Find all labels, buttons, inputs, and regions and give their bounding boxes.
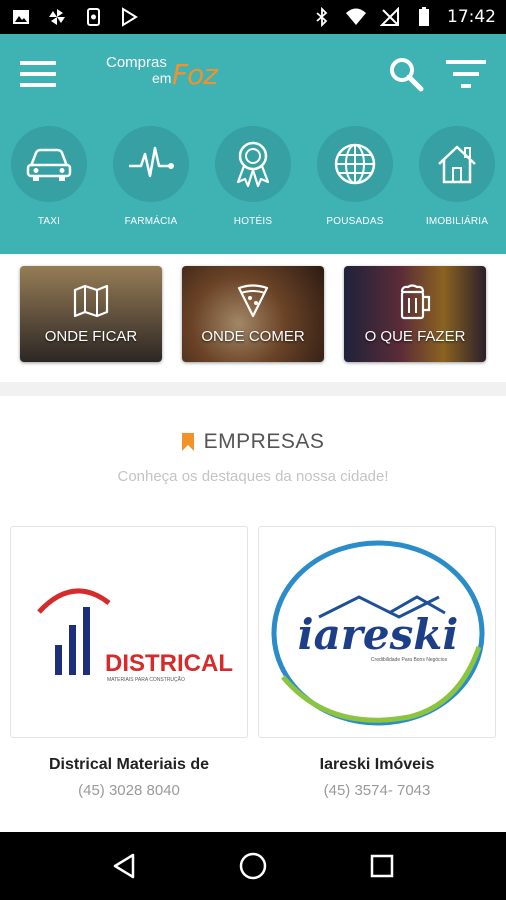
home-icon xyxy=(239,852,267,880)
menu-button[interactable] xyxy=(20,54,60,94)
search-button[interactable] xyxy=(386,54,426,94)
map-icon xyxy=(73,284,109,318)
logo-text-foz: Foz xyxy=(172,58,218,91)
category-hoteis[interactable]: HOTÉIS xyxy=(214,126,292,227)
category-label: FARMÁCIA xyxy=(124,216,178,227)
heartbeat-icon xyxy=(129,146,174,178)
app-logo: Compras em Foz xyxy=(106,54,236,94)
beer-mug-icon xyxy=(400,284,431,320)
quick-links: ONDE FICAR ONDE COMER O QUE FAZER xyxy=(0,254,506,382)
category-circle xyxy=(215,126,291,202)
category-circle xyxy=(317,126,393,202)
category-label: TAXI xyxy=(37,216,61,227)
company-phone: (45) 3574- 7043 xyxy=(323,782,431,799)
search-icon xyxy=(390,58,424,92)
image-icon xyxy=(10,6,32,28)
recents-icon xyxy=(370,854,393,878)
category-label: POUSADAS xyxy=(326,216,384,227)
category-taxi[interactable]: TAXI xyxy=(10,126,88,227)
category-farmacia[interactable]: FARMÁCIA xyxy=(112,126,190,227)
status-bar: 17:42 xyxy=(0,0,506,34)
category-circle xyxy=(11,126,87,202)
card-onde-comer[interactable]: ONDE COMER xyxy=(182,266,324,362)
wifi-icon xyxy=(345,6,367,28)
section-subtitle: Conheça os destaques da nossa cidade! xyxy=(117,468,389,485)
category-circle xyxy=(419,126,495,202)
card-o-que-fazer[interactable]: O QUE FAZER xyxy=(344,266,486,362)
card-label: ONDE FICAR xyxy=(44,328,138,345)
company-logo-districal: DISTRICAL MATERIAIS PARA CONSTRUÇÃO xyxy=(10,526,248,738)
play-store-icon xyxy=(118,6,140,28)
company-card-districal[interactable]: DISTRICAL MATERIAIS PARA CONSTRUÇÃO Dist… xyxy=(10,526,248,799)
category-imobiliaria[interactable]: IMOBILIÁRIA xyxy=(418,126,496,227)
category-row: TAXI FARMÁCIA HOTÉIS POUSADAS IMOBILIÁRI… xyxy=(0,126,506,227)
phone-vibrate-icon xyxy=(82,6,104,28)
hamburger-icon xyxy=(20,61,56,87)
back-icon xyxy=(114,853,135,879)
system-nav-bar xyxy=(0,832,506,900)
company-name: Districal Materiais de xyxy=(48,756,210,773)
toolbar: Compras em Foz xyxy=(0,34,506,114)
company-card-iareski[interactable]: iareski Credibilidade Para Bons Negócios… xyxy=(258,526,496,799)
category-label: IMOBILIÁRIA xyxy=(425,216,489,227)
category-circle xyxy=(113,126,189,202)
iareski-logo-sub: Credibilidade Para Bons Negócios xyxy=(371,657,448,663)
app-header: Compras em Foz TAXI FARMÁCIA HOTÉIS POUS… xyxy=(0,34,506,254)
pinwheel-icon xyxy=(46,6,68,28)
districal-logo-text: DISTRICAL xyxy=(105,650,233,677)
home-button[interactable] xyxy=(229,842,277,890)
bookmark-icon xyxy=(181,433,194,451)
house-icon xyxy=(438,145,476,184)
districal-logo-sub: MATERIAIS PARA CONSTRUÇÃO xyxy=(107,676,185,683)
company-phone: (45) 3028 8040 xyxy=(78,782,180,799)
card-onde-ficar[interactable]: ONDE FICAR xyxy=(20,266,162,362)
back-button[interactable] xyxy=(100,842,148,890)
pizza-slice-icon xyxy=(237,284,269,318)
bluetooth-icon xyxy=(311,6,333,28)
battery-icon xyxy=(413,6,435,28)
iareski-logo-text: iareski xyxy=(298,610,459,659)
car-icon xyxy=(26,148,72,181)
logo-text-em: em xyxy=(152,70,172,86)
recents-button[interactable] xyxy=(358,842,406,890)
company-logo-iareski: iareski Credibilidade Para Bons Negócios xyxy=(258,526,496,738)
award-ribbon-icon xyxy=(236,141,270,188)
card-label: ONDE COMER xyxy=(201,328,305,345)
company-name: Iareski Imóveis xyxy=(319,756,435,773)
section-title: EMPRESAS xyxy=(203,430,325,453)
filter-button[interactable] xyxy=(446,54,486,94)
card-label: O QUE FAZER xyxy=(364,328,466,345)
category-pousadas[interactable]: POUSADAS xyxy=(316,126,394,227)
filter-icon xyxy=(446,60,486,88)
status-time: 17:42 xyxy=(447,7,496,27)
globe-icon xyxy=(334,143,376,185)
category-label: HOTÉIS xyxy=(233,216,273,227)
no-sim-icon xyxy=(379,6,401,28)
empresas-section: EMPRESAS Conheça os destaques da nossa c… xyxy=(0,396,506,832)
logo-text-compras: Compras xyxy=(106,54,167,71)
